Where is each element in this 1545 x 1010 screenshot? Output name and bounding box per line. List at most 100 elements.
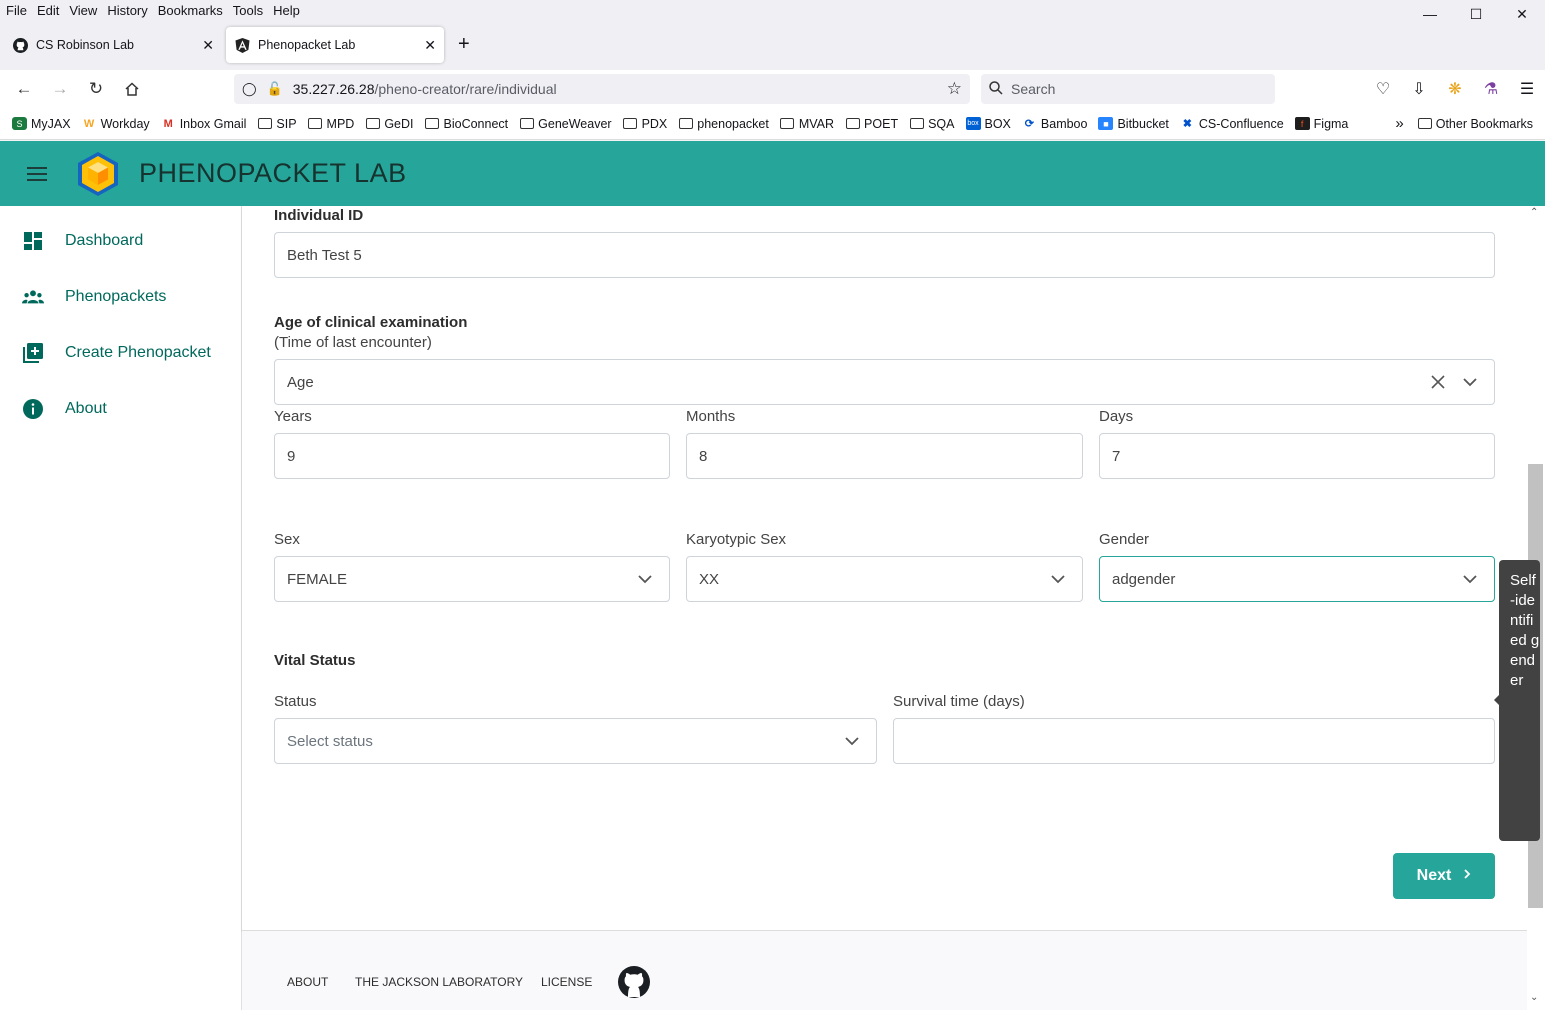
bookmark-bioconnect[interactable]: BioConnect [425,117,508,131]
days-input[interactable]: 7 [1099,433,1495,479]
bookmark-sip[interactable]: SIP [257,117,297,131]
bitbucket-icon: ■ [1098,117,1114,130]
clear-icon[interactable] [1430,374,1446,394]
url-path: /pheno-creator/rare/individual [374,81,557,97]
extension-icon[interactable]: ❋ [1437,79,1473,99]
chevron-down-icon [637,571,653,587]
bookmark-pdx[interactable]: PDX [623,116,668,131]
tab-phenopacket-lab[interactable]: Phenopacket Lab ✕ [226,27,444,63]
age-sublabel: (Time of last encounter) [274,334,432,351]
bookmark-label: CS-Confluence [1198,116,1284,131]
individual-id-input[interactable]: Beth Test 5 [274,232,1495,278]
bookmark-star-icon[interactable]: ☆ [947,79,962,99]
sidebar-item-about[interactable]: About [0,381,241,437]
sidebar-item-create-phenopacket[interactable]: Create Phenopacket [0,325,241,381]
github-icon [12,37,28,53]
bookmark-phenopacket[interactable]: phenopacket [678,117,769,131]
individual-form: Individual ID Beth Test 5 Age of clinica… [242,206,1527,931]
survival-time-input[interactable] [893,718,1495,764]
bookmark-label: GeDI [384,116,414,131]
menu-help[interactable]: Help [268,3,305,18]
tab-cs-robinson-lab[interactable]: CS Robinson Lab ✕ [4,27,222,63]
insecure-lock-icon[interactable]: 🔓 [267,81,283,97]
download-icon[interactable]: ⇩ [1401,79,1437,99]
bookmark-bitbucket[interactable]: ■ Bitbucket [1098,117,1169,131]
sidebar-item-dashboard[interactable]: Dashboard [0,213,241,269]
back-icon[interactable]: ← [6,79,42,99]
folder-icon [257,117,272,130]
pocket-icon[interactable]: ♡ [1365,79,1401,99]
age-type-value: Age [287,373,314,391]
shield-icon[interactable]: ◯ [242,81,257,97]
bookmark-myjax[interactable]: S MyJAX [12,117,71,131]
sex-select[interactable]: FEMALE [274,556,670,602]
bookmark-workday[interactable]: W Workday [82,117,150,131]
bookmark-box[interactable]: box BOX [965,117,1011,131]
hamburger-menu-icon[interactable] [27,163,47,185]
bookmark-mvar[interactable]: MVAR [780,117,834,131]
bookmark-gedi[interactable]: GeDI [365,116,414,131]
folder-icon [365,117,380,130]
navigation-bar: ← → ↻ ◯ 🔓 35.227.26.28/pheno-creator/rar… [0,70,1545,108]
footer-link-about[interactable]: ABOUT [287,975,328,989]
karyotypic-sex-select[interactable]: XX [686,556,1083,602]
gender-value: adgender [1112,570,1176,588]
bookmark-label: Figma [1313,116,1349,131]
bookmark-bamboo[interactable]: ⟳ Bamboo [1022,117,1088,131]
sidebar-item-phenopackets[interactable]: Phenopackets [0,269,241,325]
menu-view[interactable]: View [64,3,102,18]
forward-icon[interactable]: → [42,79,78,99]
footer-link-license[interactable]: LICENSE [541,975,592,989]
github-icon[interactable] [618,966,650,1003]
bookmark-label: MVAR [798,116,835,131]
status-select[interactable]: Select status [274,718,877,764]
folder-icon [845,117,860,130]
menu-tools[interactable]: Tools [228,3,268,18]
other-bookmarks[interactable]: Other Bookmarks [1436,117,1533,131]
bookmark-figma[interactable]: f Figma [1294,116,1349,131]
years-input[interactable]: 9 [274,433,670,479]
karyotypic-sex-value: XX [699,570,720,588]
new-tab-icon[interactable]: + [458,33,470,56]
bookmark-label: SQA [928,116,955,131]
karyotypic-sex-label: Karyotypic Sex [686,531,787,548]
bookmark-cs-confluence[interactable]: ✖ CS-Confluence [1180,117,1284,131]
chevron-right-icon [1463,867,1471,885]
menu-bookmarks[interactable]: Bookmarks [153,3,228,18]
bookmark-label: GeneWeaver [538,116,612,131]
age-type-select[interactable]: Age [274,359,1495,405]
bookmark-inbox-gmail[interactable]: M Inbox Gmail [161,117,247,131]
reload-icon[interactable]: ↻ [78,79,114,99]
search-bar[interactable]: Search [981,74,1275,104]
next-button[interactable]: Next [1393,853,1495,899]
bookmark-geneweaver[interactable]: GeneWeaver [519,116,612,131]
bookmark-label: PDX [641,116,668,131]
gender-select[interactable]: adgender [1099,556,1495,602]
folder-icon [1417,118,1432,129]
scroll-up-arrow-icon[interactable]: ⌃ [1530,207,1538,218]
bookmark-mpd[interactable]: MPD [308,117,354,131]
bookmark-poet[interactable]: POET [845,117,898,131]
sidebar-item-label: Dashboard [65,232,144,249]
days-label: Days [1099,408,1134,425]
close-tab-icon[interactable]: ✕ [424,37,436,54]
menu-history[interactable]: History [102,3,152,18]
bookmarks-overflow: » Other Bookmarks [1395,115,1533,132]
menu-file[interactable]: File [0,3,32,18]
url-bar[interactable]: ◯ 🔓 35.227.26.28/pheno-creator/rare/indi… [234,74,970,104]
bookmark-sqa[interactable]: SQA [909,116,955,131]
gender-label: Gender [1099,531,1150,548]
close-tab-icon[interactable]: ✕ [202,37,214,54]
months-input[interactable]: 8 [686,433,1083,479]
chevron-double-right-icon[interactable]: » [1395,115,1403,132]
scroll-down-arrow-icon[interactable]: ⌄ [1530,992,1538,1003]
home-icon[interactable] [114,81,150,97]
footer-link-jackson-laboratory[interactable]: THE JACKSON LABORATORY [355,975,523,989]
chevron-down-icon [1462,571,1478,587]
chevron-down-icon [1462,374,1478,390]
flask-icon[interactable]: ⚗ [1473,79,1509,99]
sharepoint-icon: S [12,117,27,130]
menu-icon[interactable]: ☰ [1509,79,1545,99]
app-header: PHENOPACKET LAB [0,141,1545,206]
menu-edit[interactable]: Edit [32,3,64,18]
